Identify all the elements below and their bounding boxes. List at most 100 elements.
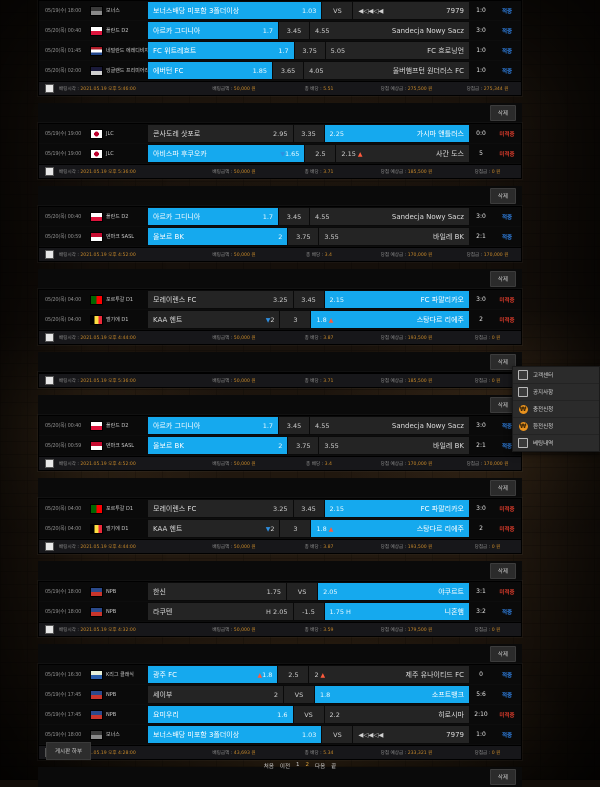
home-pick[interactable]: 아르카 그디니아 1.7: [148, 22, 279, 39]
league-name: 네덜란드 에레디비지에: [106, 48, 148, 54]
away-pick[interactable]: 2.05 야쿠르트: [318, 583, 469, 600]
slip-select-checkbox[interactable]: [45, 333, 54, 342]
home-pick[interactable]: 라쿠텐 H 2.05: [148, 603, 293, 620]
away-pick[interactable]: 2 ▲ 제주 유나이티드 FC: [309, 666, 469, 683]
draw-odd[interactable]: 2.5: [305, 145, 336, 162]
delete-button[interactable]: 삭제: [489, 769, 516, 785]
board-bottom-button[interactable]: 게시판 하부: [46, 742, 92, 760]
draw-odd[interactable]: 3.45: [293, 500, 324, 517]
draw-odd[interactable]: 3.75: [288, 437, 319, 454]
home-pick[interactable]: 모레이렌스 FC 3.25: [148, 291, 293, 308]
home-pick[interactable]: 세이부 2: [148, 686, 283, 703]
home-pick[interactable]: 보너스배당 미포함 3폴더이상 1.03: [148, 2, 322, 19]
home-pick[interactable]: FC 위트레흐트 1.7: [148, 42, 294, 59]
home-pick[interactable]: 광주 FC ▲1.8: [148, 666, 278, 683]
draw-odd[interactable]: VS: [322, 2, 353, 19]
pager-last[interactable]: 끝: [331, 762, 336, 770]
away-pick[interactable]: 4.05 울버햄프턴 원더러스 FC: [304, 62, 470, 79]
pager-page-1[interactable]: 1: [296, 762, 300, 770]
bet-amount: 배팅금액 : 50,000 원: [212, 461, 256, 467]
delete-button[interactable]: 삭제: [489, 105, 516, 121]
league-cell: 덴마크 SASL: [87, 227, 148, 246]
away-pick[interactable]: 4.55 Sandecja Nowy Sacz: [310, 22, 469, 39]
home-pick[interactable]: KAA 헨트 ▼2: [148, 311, 280, 328]
home-pick[interactable]: 요미우리 1.6: [148, 706, 293, 723]
delete-button[interactable]: 삭제: [489, 563, 516, 579]
delete-button[interactable]: 삭제: [489, 271, 516, 287]
slip-select-checkbox[interactable]: [45, 625, 54, 634]
slip-select-checkbox[interactable]: [45, 459, 54, 468]
draw-odd[interactable]: 3.45: [279, 417, 310, 434]
away-pick[interactable]: ◀◁◀◁◀ 7979: [353, 726, 469, 743]
home-pick[interactable]: 아르카 그디니아 1.7: [148, 208, 279, 225]
league-name: 폴란드 D2: [106, 423, 129, 429]
pager-prev[interactable]: 이전: [280, 762, 290, 770]
bet-slip: 05/19(수) 18:00 보너스 보너스배당 미포함 3폴더이상 1.03 VS ◀◁…: [38, 0, 522, 96]
pager-page-2[interactable]: 2: [306, 762, 310, 770]
draw-odd[interactable]: 3.75: [288, 228, 319, 245]
pager-first[interactable]: 처음: [264, 762, 274, 770]
home-pick[interactable]: 에버턴 FC 1.85: [148, 62, 273, 79]
draw-odd[interactable]: 3.65: [273, 62, 304, 79]
home-pick[interactable]: 올보르 BK 2: [148, 437, 288, 454]
delete-button[interactable]: 삭제: [489, 188, 516, 204]
slip-select-checkbox[interactable]: [45, 542, 54, 551]
draw-odd[interactable]: VS: [322, 726, 353, 743]
away-pick[interactable]: 1.75 H 니혼햄: [324, 603, 469, 620]
home-pick[interactable]: 아르카 그디니아 1.7: [148, 417, 279, 434]
quick-menu-panel[interactable]: 고객센터 공지사항 ₩ 충전신청 ₩ 환전신청 베팅내역: [512, 366, 600, 452]
away-pick[interactable]: 2.15 FC 파말리카오: [324, 500, 469, 517]
away-pick[interactable]: 1.8 ▲ 스탕다르 리에주: [311, 311, 469, 328]
home-pick[interactable]: 아비스파 후쿠오카 ▼1.65: [148, 145, 305, 162]
away-pick[interactable]: 1.8 소프트뱅크: [314, 686, 470, 703]
bet-amount-value: 50,000 원: [233, 378, 256, 384]
slip-select-checkbox[interactable]: [45, 250, 54, 259]
slip-action-bar: 삭제: [38, 352, 522, 372]
draw-odd[interactable]: VS: [287, 583, 318, 600]
draw-odd[interactable]: 3: [280, 520, 311, 537]
home-pick[interactable]: KAA 헨트 ▼2: [148, 520, 280, 537]
away-pick[interactable]: 1.8 ▲ 스탕다르 리에주: [311, 520, 469, 537]
delete-button[interactable]: 삭제: [489, 646, 516, 662]
slip-select-checkbox[interactable]: [45, 84, 54, 93]
away-pick[interactable]: 4.55 Sandecja Nowy Sacz: [310, 417, 469, 434]
quick-menu-item-2[interactable]: ₩ 충전신청: [513, 401, 599, 418]
quick-menu-item-3[interactable]: ₩ 환전신청: [513, 418, 599, 435]
slip-select-checkbox[interactable]: [45, 376, 54, 385]
home-team-name: 보너스배당 미포함 3폴더이상: [153, 6, 240, 15]
draw-odd[interactable]: 3.35: [293, 125, 324, 142]
away-pick[interactable]: 3.55 바일레 BK: [319, 437, 469, 454]
total-odds: 총 배당 : 5.51: [304, 86, 334, 92]
draw-odd[interactable]: VS: [283, 686, 314, 703]
home-pick[interactable]: 모레이렌스 FC 3.25: [148, 500, 293, 517]
home-pick[interactable]: 콘사도레 삿포로 2.95: [148, 125, 293, 142]
home-pick[interactable]: 보너스배당 미포함 3폴더이상 1.03: [148, 726, 322, 743]
draw-odd[interactable]: 3.45: [279, 208, 310, 225]
home-pick[interactable]: 한신 1.75: [148, 583, 287, 600]
delete-button[interactable]: 삭제: [489, 480, 516, 496]
draw-odd[interactable]: 3.45: [279, 22, 310, 39]
quick-menu-item-4[interactable]: 베팅내역: [513, 435, 599, 451]
slip-select-checkbox[interactable]: [45, 167, 54, 176]
draw-odd[interactable]: 3.45: [293, 291, 324, 308]
quick-menu-item-0[interactable]: 고객센터: [513, 367, 599, 384]
away-pick[interactable]: ◀◁◀◁◀ 7979: [353, 2, 469, 19]
draw-odd[interactable]: VS: [293, 706, 324, 723]
home-pick[interactable]: 올보르 BK 2: [148, 228, 288, 245]
quick-menu-item-1[interactable]: 공지사항: [513, 384, 599, 401]
away-pick[interactable]: 2.25 가시마 앤틀러스: [324, 125, 469, 142]
draw-odd[interactable]: 3: [280, 311, 311, 328]
away-pick[interactable]: 2.15 ▲ 사간 도스: [336, 145, 469, 162]
home-team-name: 모레이렌스 FC: [153, 504, 197, 513]
away-pick[interactable]: 2.2 히로시마: [324, 706, 469, 723]
home-team-name: 아비스파 후쿠오카: [153, 149, 207, 158]
away-pick[interactable]: 2.15 FC 파말리카오: [324, 291, 469, 308]
away-pick[interactable]: 3.55 바일레 BK: [319, 228, 469, 245]
draw-odd[interactable]: -1.5: [293, 603, 324, 620]
pagination[interactable]: 처음 이전 1 2 다음 끝: [0, 762, 600, 770]
away-pick[interactable]: 4.55 Sandecja Nowy Sacz: [310, 208, 469, 225]
draw-odd[interactable]: 3.75: [294, 42, 325, 59]
pager-next[interactable]: 다음: [315, 762, 325, 770]
away-pick[interactable]: 5.05 FC 흐로닝언: [325, 42, 470, 59]
draw-odd[interactable]: 2.5: [278, 666, 309, 683]
